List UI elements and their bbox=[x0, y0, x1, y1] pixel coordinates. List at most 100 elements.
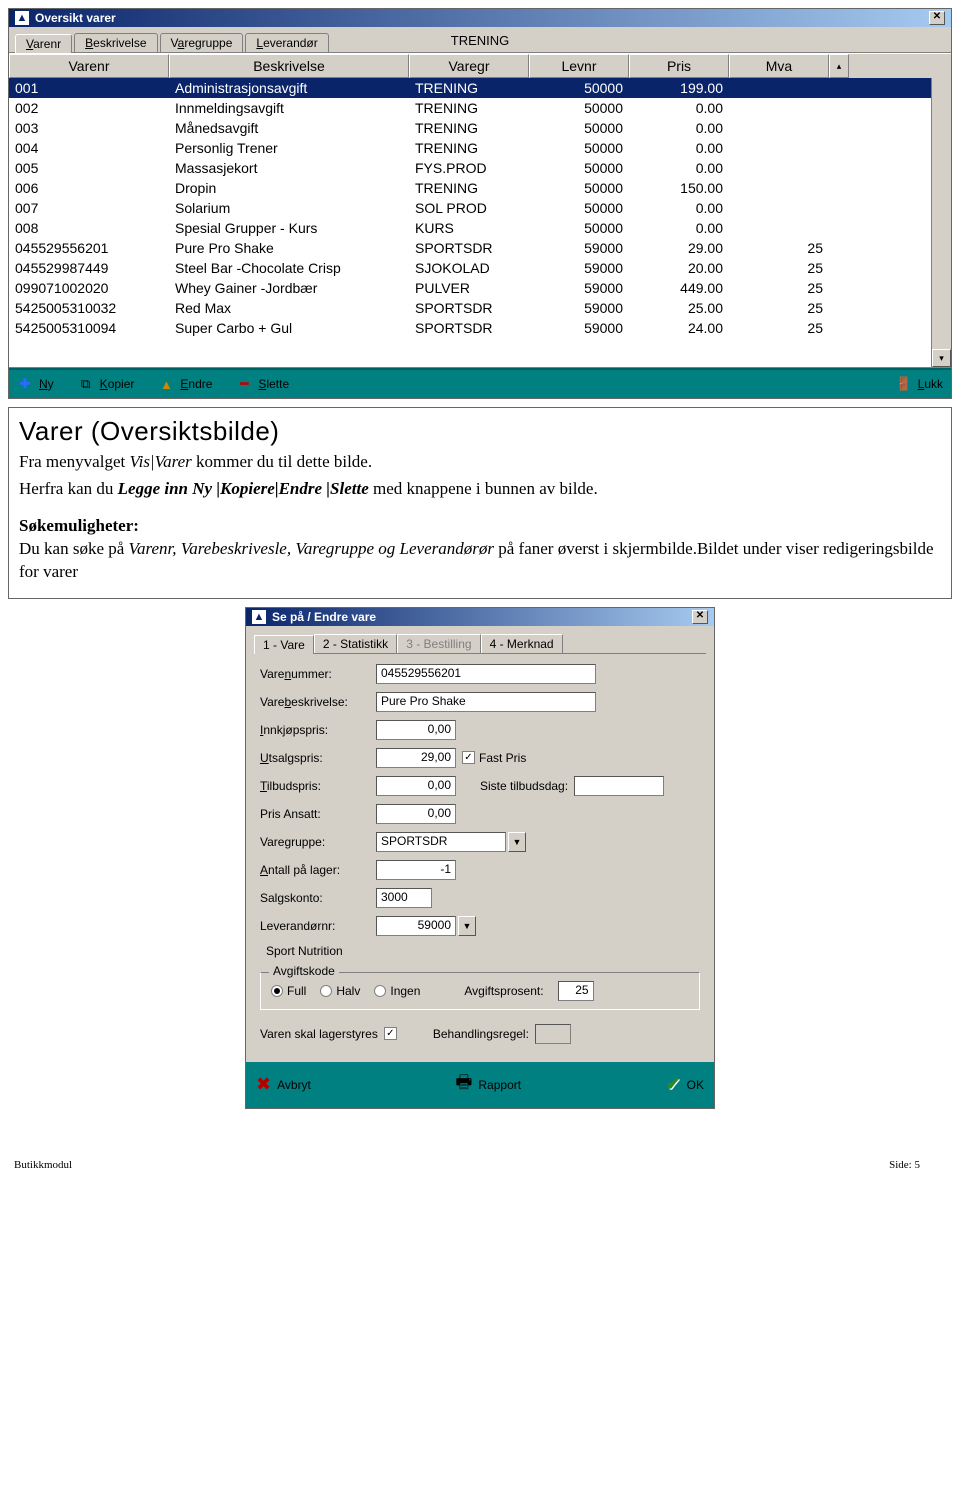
table-row[interactable]: 5425005310094Super Carbo + GulSPORTSDR59… bbox=[9, 318, 951, 338]
filter-label: TRENING bbox=[451, 33, 510, 48]
printer-icon: 🖶 bbox=[455, 1070, 472, 1100]
checkbox-icon: ✓ bbox=[462, 751, 475, 764]
siste-tilbudsdag-field[interactable] bbox=[574, 776, 664, 796]
dialog-title: Se på / Endre vare bbox=[272, 610, 376, 624]
table-row[interactable]: 007SolariumSOL PROD500000.00 bbox=[9, 198, 951, 218]
salgskonto-field[interactable]: 3000 bbox=[376, 888, 432, 908]
tab-statistikk[interactable]: 2 - Statistikk bbox=[314, 634, 397, 653]
tab-beskrivelse[interactable]: Beskrivelse bbox=[74, 33, 157, 52]
tab-merknad[interactable]: 4 - Merknad bbox=[481, 634, 563, 653]
table-row[interactable]: 003MånedsavgiftTRENING500000.00 bbox=[9, 118, 951, 138]
tab-varegruppe[interactable]: Varegruppe bbox=[160, 33, 244, 52]
slette-button[interactable]: ━ Slette bbox=[236, 376, 289, 392]
form-body: Varenummer: 045529556201 Varebeskrivelse… bbox=[246, 654, 714, 1062]
tab-vare[interactable]: 1 - Vare bbox=[254, 635, 314, 654]
tab-varenr[interactable]: Varenr bbox=[15, 34, 72, 53]
scroll-down-icon[interactable]: ▾ bbox=[932, 349, 951, 367]
label-varegruppe: Varegruppe: bbox=[260, 835, 370, 849]
table-row[interactable]: 001AdministrasjonsavgiftTRENING50000199.… bbox=[9, 78, 951, 98]
tab-bestilling: 3 - Bestilling bbox=[397, 634, 480, 653]
behandlingsregel-field[interactable] bbox=[535, 1024, 571, 1044]
plus-icon: ✚ bbox=[17, 376, 33, 392]
doc-title: Varer (Oversiktsbilde) bbox=[19, 414, 941, 449]
tab-leverandor[interactable]: Leverandør bbox=[245, 33, 328, 52]
avgiftskode-group: Avgiftskode Full Halv Ingen Avgiftsprose bbox=[260, 972, 700, 1010]
footer-left: Butikkmodul bbox=[14, 1159, 72, 1171]
window-title: Oversikt varer bbox=[35, 11, 116, 25]
table-row[interactable]: 5425005310032Red MaxSPORTSDR5900025.0025 bbox=[9, 298, 951, 318]
fieldset-legend: Avgiftskode bbox=[269, 964, 339, 978]
col-mva[interactable]: Mva bbox=[729, 54, 829, 78]
delete-icon: ━ bbox=[236, 376, 252, 392]
copy-icon: ⧉ bbox=[78, 376, 94, 392]
doc-description: Varer (Oversiktsbilde) Fra menyvalget Vi… bbox=[8, 407, 952, 599]
kopier-button[interactable]: ⧉ Kopier bbox=[78, 376, 135, 392]
check-icon: ✔ bbox=[666, 1074, 681, 1095]
label-utsalgspris: Utsalgspris: bbox=[260, 751, 370, 765]
label-salgskonto: Salgskonto: bbox=[260, 891, 370, 905]
titlebar: ▲ Oversikt varer ✕ bbox=[9, 9, 951, 27]
table-row[interactable]: 004Personlig TrenerTRENING500000.00 bbox=[9, 138, 951, 158]
vertical-scrollbar[interactable]: ▾ bbox=[931, 78, 951, 367]
table-row[interactable]: 099071002020Whey Gainer -JordbærPULVER59… bbox=[9, 278, 951, 298]
app-icon: ▲ bbox=[252, 610, 266, 624]
table-row[interactable]: 005MassasjekortFYS.PROD500000.00 bbox=[9, 158, 951, 178]
oversikt-varer-window: ▲ Oversikt varer ✕ Varenr Beskrivelse Va… bbox=[8, 8, 952, 399]
utsalgspris-field[interactable]: 29,00 bbox=[376, 748, 456, 768]
label-tilbudspris: Tilbudspris: bbox=[260, 779, 370, 793]
varebeskrivelse-field[interactable]: Pure Pro Shake bbox=[376, 692, 596, 712]
label-antall-lager: Antall på lager: bbox=[260, 863, 370, 877]
ny-button[interactable]: ✚ Ny bbox=[17, 376, 54, 392]
table-row[interactable]: 045529987449Steel Bar -Chocolate CrispSJ… bbox=[9, 258, 951, 278]
radio-halv[interactable]: Halv bbox=[320, 984, 360, 998]
table-row[interactable]: 008Spesial Grupper - KursKURS500000.00 bbox=[9, 218, 951, 238]
page-footer: Butikkmodul Side: 5 bbox=[0, 1129, 960, 1181]
grid-body: 001AdministrasjonsavgiftTRENING50000199.… bbox=[9, 78, 951, 368]
varegruppe-combo[interactable]: SPORTSDR ▼ bbox=[376, 832, 526, 852]
lukk-button[interactable]: 🚪 Lukk bbox=[896, 376, 943, 392]
antall-lager-field[interactable]: -1 bbox=[376, 860, 456, 880]
avbryt-button[interactable]: ✖ Avbryt bbox=[256, 1074, 311, 1095]
label-avgiftsprosent: Avgiftsprosent: bbox=[464, 984, 543, 998]
endre-button[interactable]: ▲ Endre bbox=[158, 376, 212, 392]
footer-right: Side: 5 bbox=[889, 1159, 920, 1171]
close-icon[interactable]: ✕ bbox=[929, 11, 945, 25]
doc-line-3: Du kan søke på Varenr, Varebeskrivesle, … bbox=[19, 538, 941, 584]
table-row[interactable]: 045529556201Pure Pro ShakeSPORTSDR590002… bbox=[9, 238, 951, 258]
radio-icon bbox=[271, 985, 283, 997]
table-row[interactable]: 002InnmeldingsavgiftTRENING500000.00 bbox=[9, 98, 951, 118]
innkjopspris-field[interactable]: 0,00 bbox=[376, 720, 456, 740]
pris-ansatt-field[interactable]: 0,00 bbox=[376, 804, 456, 824]
doc-line-2: Herfra kan du Legge inn Ny |Kopiere|Endr… bbox=[19, 478, 941, 501]
grid-header: Varenr Beskrivelse Varegr Levnr Pris Mva… bbox=[9, 53, 951, 78]
close-icon[interactable]: ✕ bbox=[692, 610, 708, 624]
door-icon: 🚪 bbox=[896, 376, 912, 392]
label-lagerstyres: Varen skal lagerstyres bbox=[260, 1027, 378, 1041]
scroll-up-icon[interactable]: ▴ bbox=[829, 54, 849, 78]
col-varenr[interactable]: Varenr bbox=[9, 54, 169, 78]
varenummer-field[interactable]: 045529556201 bbox=[376, 664, 596, 684]
chevron-down-icon[interactable]: ▼ bbox=[458, 916, 476, 936]
radio-icon bbox=[320, 985, 332, 997]
doc-line-1: Fra menyvalget Vis|Varer kommer du til d… bbox=[19, 451, 941, 474]
col-pris[interactable]: Pris bbox=[629, 54, 729, 78]
ok-button[interactable]: ✔ OK bbox=[666, 1074, 704, 1095]
lagerstyres-checkbox[interactable]: ✓ bbox=[384, 1027, 397, 1040]
radio-full[interactable]: Full bbox=[271, 984, 306, 998]
col-varegr[interactable]: Varegr bbox=[409, 54, 529, 78]
tilbudspris-field[interactable]: 0,00 bbox=[376, 776, 456, 796]
endre-vare-dialog: ▲ Se på / Endre vare ✕ 1 - Vare 2 - Stat… bbox=[245, 607, 715, 1109]
rapport-button[interactable]: 🖶 Rapport bbox=[455, 1070, 521, 1100]
radio-ingen[interactable]: Ingen bbox=[374, 984, 420, 998]
table-row[interactable]: 006DropinTRENING50000150.00 bbox=[9, 178, 951, 198]
label-varenummer: Varenummer: bbox=[260, 667, 370, 681]
cancel-icon: ✖ bbox=[256, 1074, 271, 1095]
avgiftsprosent-field[interactable]: 25 bbox=[558, 981, 594, 1001]
search-tabs: Varenr Beskrivelse Varegruppe Leverandør… bbox=[9, 27, 951, 53]
col-beskrivelse[interactable]: Beskrivelse bbox=[169, 54, 409, 78]
fastpris-checkbox[interactable]: ✓ Fast Pris bbox=[462, 751, 526, 765]
bottom-toolbar: ✚ Ny ⧉ Kopier ▲ Endre ━ Slette 🚪 Lukk bbox=[9, 368, 951, 398]
col-levnr[interactable]: Levnr bbox=[529, 54, 629, 78]
chevron-down-icon[interactable]: ▼ bbox=[508, 832, 526, 852]
leverandornr-combo[interactable]: 59000 ▼ bbox=[376, 916, 476, 936]
